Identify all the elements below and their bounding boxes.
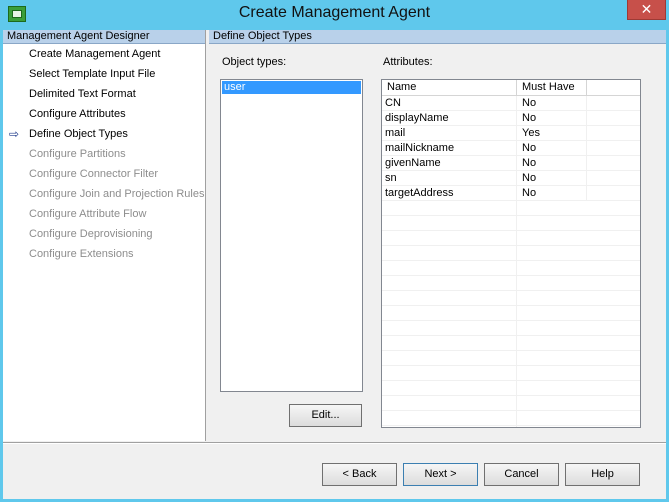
attribute-row[interactable]: CN No xyxy=(382,96,640,111)
attribute-row[interactable]: targetAddress No xyxy=(382,186,640,201)
wizard-step-label: Create Management Agent xyxy=(29,48,161,60)
wizard-step-label: Delimited Text Format xyxy=(29,88,136,100)
wizard-step-configure-deprovisioning: Configure Deprovisioning xyxy=(3,224,205,244)
close-button[interactable]: ✕ xyxy=(627,0,666,20)
title-bar: Create Management Agent ✕ xyxy=(0,0,669,30)
wizard-steps-list: Create Management Agent Select Template I… xyxy=(3,44,205,264)
wizard-step-label: Configure Attribute Flow xyxy=(29,208,147,220)
attribute-row[interactable]: givenName No xyxy=(382,156,640,171)
empty-row xyxy=(382,291,640,306)
empty-row xyxy=(382,261,640,276)
attribute-must-have: No xyxy=(517,156,587,170)
footer-divider-highlight xyxy=(3,443,666,444)
empty-row xyxy=(382,276,640,291)
attribute-must-have: No xyxy=(517,186,587,200)
empty-row xyxy=(382,396,640,411)
empty-row xyxy=(382,216,640,231)
attribute-row[interactable]: mail Yes xyxy=(382,126,640,141)
attribute-name: CN xyxy=(382,96,517,110)
wizard-step-configure-attribute-flow: Configure Attribute Flow xyxy=(3,204,205,224)
next-button[interactable]: Next > xyxy=(403,463,478,486)
wizard-step-label: Configure Partitions xyxy=(29,148,126,160)
empty-row xyxy=(382,351,640,366)
empty-row xyxy=(382,246,640,261)
column-header-must-have[interactable]: Must Have xyxy=(517,80,587,95)
window-title: Create Management Agent xyxy=(238,4,431,21)
wizard-step-label: Configure Deprovisioning xyxy=(29,228,153,240)
object-type-item-user[interactable]: user xyxy=(222,81,361,94)
attributes-list[interactable]: Name Must Have CN No displayName No mail Yes m… xyxy=(381,79,641,428)
attributes-label: Attributes: xyxy=(383,56,433,68)
attribute-row[interactable]: displayName No xyxy=(382,111,640,126)
cancel-button[interactable]: Cancel xyxy=(484,463,559,486)
empty-row xyxy=(382,381,640,396)
empty-row xyxy=(382,366,640,381)
empty-row xyxy=(382,201,640,216)
wizard-step-configure-connector-filter: Configure Connector Filter xyxy=(3,164,205,184)
empty-row xyxy=(382,231,640,246)
wizard-steps-panel: Management Agent Designer Create Managem… xyxy=(3,30,206,441)
attribute-name: sn xyxy=(382,171,517,185)
wizard-step-configure-attributes[interactable]: Configure Attributes xyxy=(3,104,205,124)
empty-row xyxy=(382,411,640,426)
edit-button[interactable]: Edit... xyxy=(289,404,362,427)
attribute-name: targetAddress xyxy=(382,186,517,200)
empty-row xyxy=(382,426,640,427)
wizard-step-label: Select Template Input File xyxy=(29,68,156,80)
back-button[interactable]: < Back xyxy=(322,463,397,486)
wizard-step-configure-partitions: Configure Partitions xyxy=(3,144,205,164)
current-step-arrow-icon: ⇨ xyxy=(9,127,20,141)
object-types-label: Object types: xyxy=(222,56,287,68)
dialog-body: Management Agent Designer Create Managem… xyxy=(3,30,666,499)
attribute-name: givenName xyxy=(382,156,517,170)
attribute-row[interactable]: mailNickname No xyxy=(382,141,640,156)
wizard-step-label: Configure Attributes xyxy=(29,108,126,120)
attribute-name: mailNickname xyxy=(382,141,517,155)
wizard-step-configure-extensions: Configure Extensions xyxy=(3,244,205,264)
attribute-must-have: Yes xyxy=(517,126,587,140)
empty-row xyxy=(382,321,640,336)
panel-header: Define Object Types xyxy=(209,30,666,44)
wizard-step-create-management-agent[interactable]: Create Management Agent xyxy=(3,44,205,64)
sidebar-header: Management Agent Designer xyxy=(3,30,205,44)
attributes-list-header: Name Must Have xyxy=(382,80,640,96)
wizard-step-select-template-input-file[interactable]: Select Template Input File xyxy=(3,64,205,84)
empty-row xyxy=(382,336,640,351)
column-header-name[interactable]: Name xyxy=(382,80,517,95)
object-types-list[interactable]: user xyxy=(220,79,363,392)
empty-row xyxy=(382,306,640,321)
wizard-step-delimited-text-format[interactable]: Delimited Text Format xyxy=(3,84,205,104)
attribute-must-have: No xyxy=(517,111,587,125)
wizard-step-configure-join-and-projection-rules: Configure Join and Projection Rules xyxy=(3,184,205,204)
attribute-name: mail xyxy=(382,126,517,140)
attribute-must-have: No xyxy=(517,171,587,185)
wizard-step-label: Configure Join and Projection Rules xyxy=(29,188,205,200)
wizard-step-define-object-types[interactable]: ⇨ Define Object Types xyxy=(3,124,205,144)
attribute-must-have: No xyxy=(517,141,587,155)
wizard-step-label: Configure Extensions xyxy=(29,248,134,260)
wizard-step-label: Define Object Types xyxy=(29,128,128,140)
attribute-row[interactable]: sn No xyxy=(382,171,640,186)
define-object-types-panel: Define Object Types Object types: user A… xyxy=(209,30,666,441)
wizard-step-label: Configure Connector Filter xyxy=(29,168,159,180)
attribute-must-have: No xyxy=(517,96,587,110)
help-button[interactable]: Help xyxy=(565,463,640,486)
attributes-rows: CN No displayName No mail Yes mailNickname No gi… xyxy=(382,96,640,427)
attribute-name: displayName xyxy=(382,111,517,125)
